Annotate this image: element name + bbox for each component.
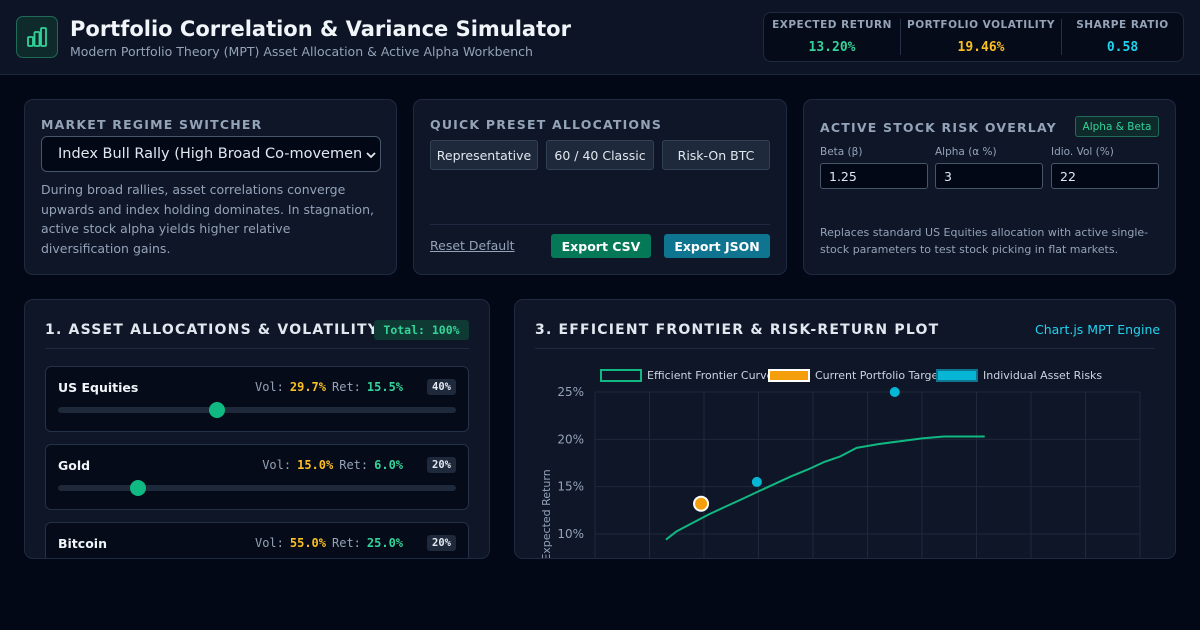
vol-key: Vol:	[254, 536, 284, 550]
metric-label: EXPECTED RETURN	[772, 19, 892, 31]
beta-input[interactable]: 1.25	[820, 163, 928, 189]
bar-chart-icon	[27, 27, 47, 47]
slider-thumb[interactable]	[129, 480, 146, 496]
asset-card-bitcoin: Bitcoin Vol: 55.0% Ret: 25.0% 20%	[45, 522, 469, 559]
y-tick-label: 20%	[557, 432, 584, 446]
asset-ret: 15.5%	[366, 380, 404, 394]
slider-thumb[interactable]	[209, 402, 226, 418]
alpha-label: Alpha (α %)	[935, 146, 997, 158]
asset-risk-point	[751, 476, 762, 487]
asset-vol: 29.7%	[289, 380, 326, 394]
y-tick-label: 15%	[557, 480, 584, 494]
reset-default-button[interactable]: Reset Default	[430, 238, 515, 253]
vol-key: Vol:	[254, 380, 284, 394]
preset-60-40-button[interactable]: 60 / 40 Classic	[546, 140, 654, 170]
allocations-title: 1. ASSET ALLOCATIONS & VOLATILITY	[45, 322, 380, 338]
presets-title: QUICK PRESET ALLOCATIONS	[430, 117, 663, 132]
allocations-panel: 1. ASSET ALLOCATIONS & VOLATILITY Total:…	[24, 299, 490, 559]
asset-weight: 40%	[427, 379, 456, 395]
asset-ret: 6.0%	[374, 458, 404, 472]
weight-slider[interactable]	[58, 480, 456, 496]
ret-key: Ret:	[339, 458, 369, 472]
presets-card: QUICK PRESET ALLOCATIONS Representative …	[413, 99, 787, 275]
weight-slider[interactable]	[58, 402, 456, 418]
frontier-panel: 3. EFFICIENT FRONTIER & RISK-RETURN PLOT…	[514, 299, 1176, 559]
asset-weight: 20%	[427, 535, 456, 551]
asset-card-us-equities: US Equities Vol: 29.7% Ret: 15.5% 40%	[45, 366, 469, 432]
metric-value: 0.58	[1106, 40, 1139, 55]
export-csv-button[interactable]: Export CSV	[551, 234, 651, 258]
metric-label: SHARPE RATIO	[1076, 19, 1169, 31]
asset-name: US Equities	[58, 380, 139, 395]
overlay-description: Replaces standard US Equities allocation…	[820, 226, 1149, 256]
divider	[430, 224, 770, 225]
current-portfolio-point	[693, 495, 710, 512]
asset-stats: Vol: 55.0% Ret: 25.0% 20%	[255, 535, 456, 551]
asset-ret: 25.0%	[366, 536, 404, 550]
slider-thumb[interactable]	[130, 558, 146, 559]
metric-sharpe-ratio: SHARPE RATIO 0.58	[1061, 19, 1183, 55]
regime-select-value: Index Bull Rally (High Broad Co-movemen	[58, 146, 363, 162]
app-header: Portfolio Correlation & Variance Simulat…	[0, 0, 1200, 75]
metric-value: 13.20%	[808, 40, 856, 55]
asset-name: Bitcoin	[58, 536, 107, 551]
overlay-card: ACTIVE STOCK RISK OVERLAY Alpha & Beta B…	[803, 99, 1176, 275]
regime-description: During broad rallies, asset correlations…	[41, 182, 374, 256]
y-tick-label: 25%	[557, 385, 584, 399]
alpha-input[interactable]: 3	[935, 163, 1043, 189]
frontier-chart: 25% 20% 15% 10% Expected Return	[540, 385, 1141, 559]
y-tick-label: 10%	[557, 527, 584, 541]
beta-label: Beta (β)	[820, 146, 863, 158]
y-axis-label: Expected Return	[540, 469, 553, 559]
asset-stats: Vol: 15.0% Ret: 6.0% 20%	[262, 457, 456, 473]
preset-representative-button[interactable]: Representative	[430, 140, 538, 170]
overlay-title: ACTIVE STOCK RISK OVERLAY	[820, 120, 1057, 135]
preset-risk-on-btc-button[interactable]: Risk-On BTC	[662, 140, 770, 170]
ret-key: Ret:	[332, 536, 361, 550]
asset-risk-point	[889, 387, 900, 397]
regime-card: MARKET REGIME SWITCHER Index Bull Rally …	[24, 99, 397, 275]
chevron-down-icon	[366, 152, 376, 159]
metric-label: PORTFOLIO VOLATILITY	[907, 19, 1055, 31]
asset-name: Gold	[58, 458, 91, 473]
asset-stats: Vol: 29.7% Ret: 15.5% 40%	[255, 379, 456, 395]
summary-metrics: EXPECTED RETURN 13.20% PORTFOLIO VOLATIL…	[763, 12, 1184, 62]
frontier-curve	[665, 435, 985, 541]
app-title: Portfolio Correlation & Variance Simulat…	[70, 17, 571, 41]
asset-card-gold: Gold Vol: 15.0% Ret: 6.0% 20%	[45, 444, 469, 510]
divider	[45, 348, 469, 349]
app-subtitle: Modern Portfolio Theory (MPT) Asset Allo…	[70, 44, 533, 59]
asset-vol: 55.0%	[289, 536, 326, 550]
asset-vol: 15.0%	[297, 458, 334, 472]
regime-select[interactable]: Index Bull Rally (High Broad Co-movemen	[41, 136, 381, 172]
regime-title: MARKET REGIME SWITCHER	[41, 117, 263, 132]
ret-key: Ret:	[332, 380, 361, 394]
total-badge: Total: 100%	[374, 320, 469, 340]
metric-portfolio-volatility: PORTFOLIO VOLATILITY 19.46%	[900, 19, 1061, 55]
alpha-beta-badge: Alpha & Beta	[1075, 116, 1159, 137]
export-json-button[interactable]: Export JSON	[664, 234, 770, 258]
metric-value: 19.46%	[957, 40, 1005, 55]
asset-weight: 20%	[427, 457, 456, 473]
vol-key: Vol:	[262, 458, 292, 472]
logo	[16, 16, 58, 58]
idio-vol-label: Idio. Vol (%)	[1051, 146, 1114, 158]
metric-expected-return: EXPECTED RETURN 13.20%	[764, 19, 900, 55]
idio-vol-input[interactable]: 22	[1051, 163, 1159, 189]
